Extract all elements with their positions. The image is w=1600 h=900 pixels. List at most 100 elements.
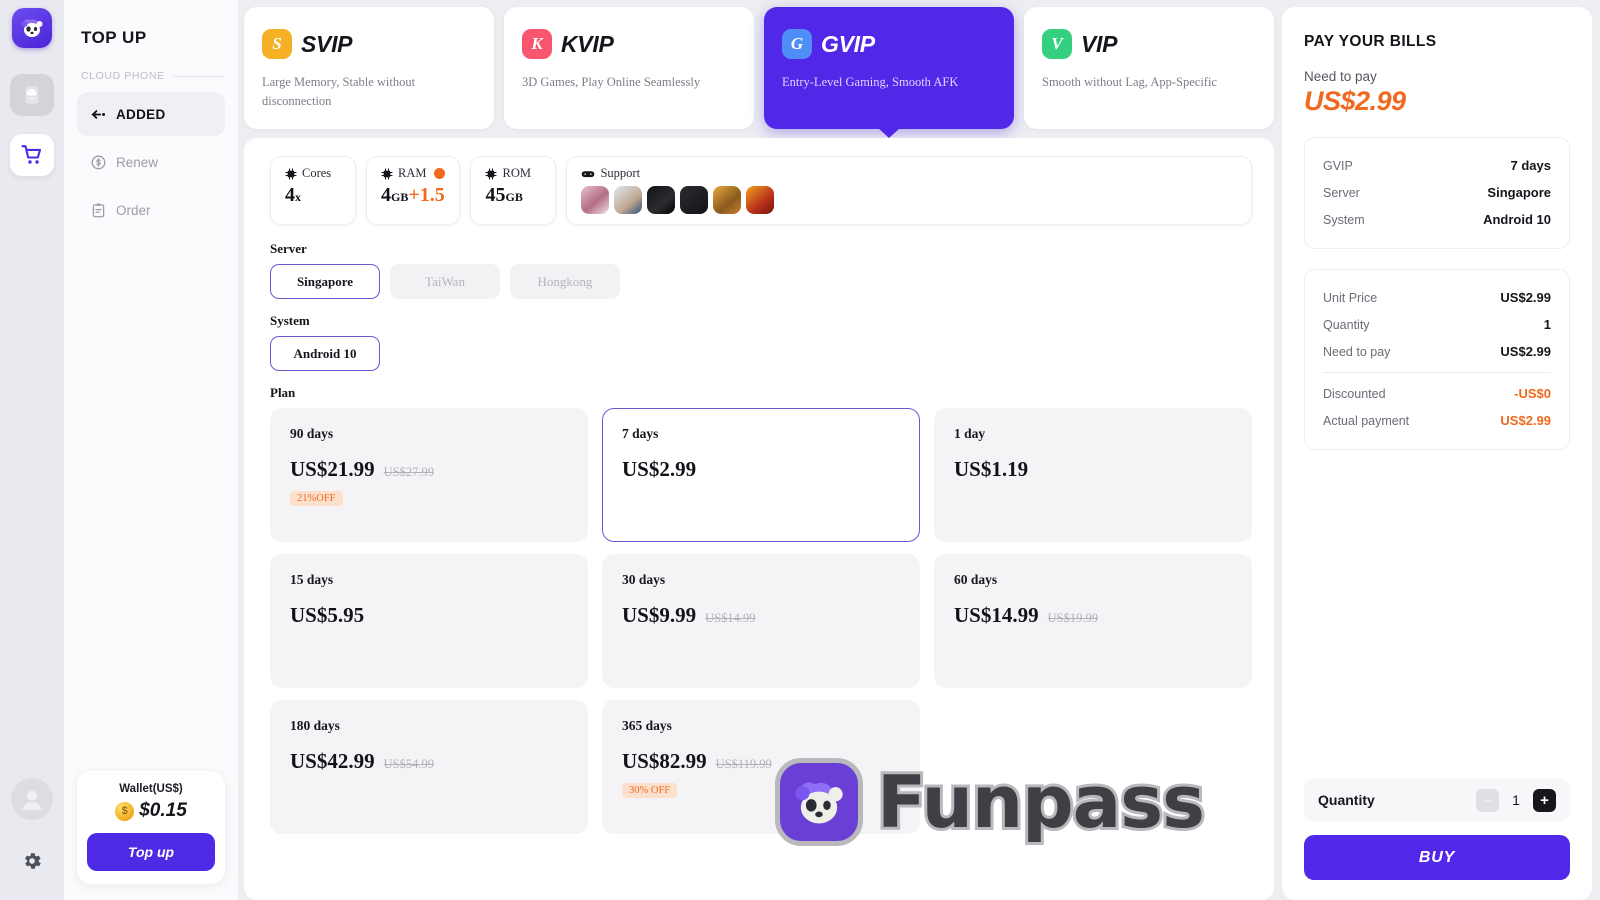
top-up-button[interactable]: Top up [87, 833, 215, 871]
plan-card-180-days[interactable]: 180 days US$42.99 US$54.99 [270, 700, 588, 834]
system-option-android-10[interactable]: Android 10 [270, 336, 380, 371]
sidebar-section-text: CLOUD PHONE [81, 70, 165, 82]
plan-card-365-days[interactable]: 365 days US$82.99 US$119.99 30% OFF [602, 700, 920, 834]
tier-card-vip[interactable]: V VIP Smooth without Lag, App-Specific [1024, 7, 1274, 129]
spec-rom: ROM 45GB [470, 156, 557, 225]
bill-title: PAY YOUR BILLS [1304, 33, 1437, 50]
tier-desc: Smooth without Lag, App-Specific [1042, 75, 1217, 89]
plan-discount-badge: 21%OFF [290, 491, 343, 506]
wallet-amount-row: $ $0.15 [87, 800, 215, 822]
plan-duration: 90 days [290, 426, 334, 441]
game-thumb-3 [647, 186, 676, 214]
server-option-taiwan[interactable]: TaiWan [390, 264, 500, 299]
plan-card-15-days[interactable]: 15 days US$5.95 [270, 554, 588, 688]
buy-button[interactable]: BUY [1304, 835, 1570, 880]
avatar-icon[interactable] [11, 778, 53, 820]
plan-card-30-days[interactable]: 30 days US$9.99 US$14.99 [602, 554, 920, 688]
game-thumb-1 [581, 186, 610, 214]
server-label: Server [270, 241, 307, 256]
sidebar-item-label: ADDED [116, 106, 166, 122]
plan-old-price: US$14.99 [705, 611, 756, 625]
plan-price: US$14.99 [954, 603, 1039, 627]
tier-head: V VIP [1042, 29, 1256, 59]
total-key: Quantity [1323, 317, 1370, 332]
spec-label: Support [600, 166, 641, 180]
plan-duration: 7 days [622, 426, 659, 441]
server-options: Singapore TaiWan Hongkong [270, 264, 1252, 299]
summary-value: 7 days [1510, 158, 1551, 173]
summary-row-tier: GVIP 7 days [1323, 152, 1551, 179]
sidebar-item-renew[interactable]: Renew [77, 140, 225, 184]
summary-key: GVIP [1323, 158, 1353, 173]
sidebar-item-label: Renew [116, 154, 159, 170]
rail-item-cart[interactable] [10, 134, 54, 176]
total-key: Discounted [1323, 386, 1386, 401]
added-icon [90, 106, 107, 123]
plan-price: US$82.99 [622, 749, 707, 773]
server-option-singapore[interactable]: Singapore [270, 264, 380, 299]
plan-price-row: US$2.99 [622, 457, 900, 482]
spec-label: Cores [302, 166, 332, 180]
summary-key: Server [1323, 185, 1360, 200]
rail-bottom [11, 778, 53, 900]
plan-duration: 365 days [622, 718, 672, 733]
plan-price-row: US$42.99 US$54.99 [290, 749, 568, 774]
total-key: Unit Price [1323, 290, 1378, 305]
totals-card: Unit Price US$2.99 Quantity 1 Need to pa… [1304, 269, 1570, 450]
icon-rail [0, 0, 64, 900]
spec-number: 4 [285, 184, 295, 206]
spec-value: 4GB+1.5 [381, 184, 445, 207]
tier-card-svip[interactable]: S SVIP Large Memory, Stable without disc… [244, 7, 494, 129]
plan-duration: 60 days [954, 572, 998, 587]
gamepad-icon [582, 170, 595, 177]
plan-label: Plan [270, 385, 296, 400]
gear-icon[interactable] [17, 846, 47, 876]
wallet-title: Wallet(US$) [119, 783, 183, 795]
tier-row: S SVIP Large Memory, Stable without disc… [244, 7, 1274, 138]
tier-desc: 3D Games, Play Online Seamlessly [522, 75, 701, 89]
page-title: TOP UP [81, 28, 147, 47]
tier-card-kvip[interactable]: K KVIP 3D Games, Play Online Seamlessly [504, 7, 754, 129]
tier-card-gvip[interactable]: G GVIP Entry-Level Gaming, Smooth AFK [764, 7, 1014, 138]
plan-duration: 1 day [954, 426, 986, 441]
plan-old-price: US$27.99 [383, 465, 434, 479]
plan-price-row: US$9.99 US$14.99 [622, 603, 900, 628]
chip-icon [381, 167, 393, 180]
sidebar-section-label: CLOUD PHONE [81, 70, 225, 82]
config-panel: Cores 4x RAM 4GB+1.5 ROM 45GB Support Se… [244, 138, 1274, 900]
panda-logo-icon [12, 8, 52, 48]
sidebar-item-label: Order [116, 202, 151, 218]
quantity-value: 1 [1512, 792, 1520, 808]
spec-unit: GB [391, 190, 409, 204]
sidebar-item-order[interactable]: Order [77, 188, 225, 232]
total-value: US$2.99 [1500, 344, 1551, 359]
tier-badge-icon: K [522, 29, 552, 59]
sidebar-item-added[interactable]: ADDED [77, 92, 225, 136]
plan-duration: 30 days [622, 572, 666, 587]
spec-value: 4x [285, 184, 341, 207]
bill-need-label: Need to pay [1304, 69, 1377, 84]
plan-price-row: US$1.19 [954, 457, 1232, 482]
summary-value: Android 10 [1483, 212, 1551, 227]
total-value: US$2.99 [1500, 290, 1551, 305]
wallet-amount: $0.15 [139, 800, 187, 821]
rail-item-cloud-phone[interactable] [10, 74, 54, 116]
spec-cores: Cores 4x [270, 156, 356, 225]
plan-old-price: US$119.99 [715, 757, 772, 771]
quantity-decrement-button[interactable]: – [1476, 788, 1499, 812]
server-option-hongkong[interactable]: Hongkong [510, 264, 620, 299]
plan-card-7-days[interactable]: 7 days US$2.99 [602, 408, 920, 542]
plan-card-1-day[interactable]: 1 day US$1.19 [934, 408, 1252, 542]
system-options: Android 10 [270, 336, 1252, 371]
summary-value: Singapore [1487, 185, 1551, 200]
quantity-increment-button[interactable]: + [1533, 788, 1556, 812]
total-row-unit-price: Unit Price US$2.99 [1323, 284, 1551, 311]
tier-name: SVIP [301, 30, 353, 57]
spec-top: RAM [381, 166, 446, 181]
coin-icon: $ [115, 801, 135, 821]
spec-support: Support [566, 156, 1252, 225]
plan-card-60-days[interactable]: 60 days US$14.99 US$19.99 [934, 554, 1252, 688]
plan-card-90-days[interactable]: 90 days US$21.99 US$27.99 21%OFF [270, 408, 588, 542]
summary-row-system: System Android 10 [1323, 206, 1551, 233]
tier-desc: Large Memory, Stable without disconnecti… [262, 75, 416, 108]
